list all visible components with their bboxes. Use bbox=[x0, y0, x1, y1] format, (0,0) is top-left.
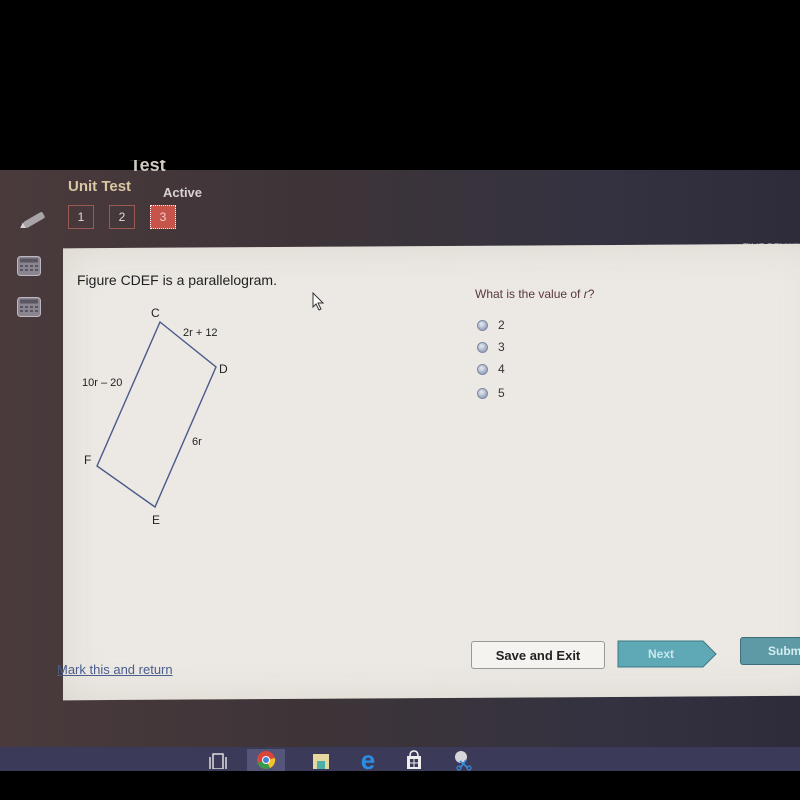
snipping-tool-icon[interactable] bbox=[448, 749, 478, 771]
answer-choice-3[interactable]: 3 bbox=[477, 340, 505, 354]
pencil-icon[interactable] bbox=[18, 212, 48, 228]
radio-button[interactable] bbox=[477, 363, 488, 375]
photo-black-border bbox=[0, 771, 800, 800]
answer-choice-5[interactable]: 5 bbox=[477, 386, 505, 400]
question-nav-1[interactable]: 1 bbox=[68, 205, 94, 229]
radio-button[interactable] bbox=[477, 341, 488, 353]
side-label-cf: 10r – 20 bbox=[82, 377, 122, 389]
submit-button[interactable]: Submit bbox=[740, 637, 800, 665]
next-button[interactable]: Next bbox=[617, 640, 717, 668]
edge-icon[interactable]: e bbox=[353, 747, 383, 773]
answer-choice-4[interactable]: 4 bbox=[477, 362, 505, 376]
store-icon[interactable] bbox=[399, 749, 429, 771]
mark-and-return-link[interactable]: Mark this and return bbox=[57, 662, 173, 677]
vertex-label-f: F bbox=[84, 453, 91, 467]
test-title-fragment: Test bbox=[130, 160, 166, 172]
calculator-icon-2[interactable] bbox=[17, 297, 41, 317]
vertex-label-c: C bbox=[151, 306, 160, 320]
section-title: Unit Test bbox=[68, 178, 132, 195]
parallelogram-figure: C D E F 2r + 12 10r – 20 6r bbox=[82, 306, 228, 527]
status-label: Active bbox=[163, 185, 203, 200]
question-prompt: Figure CDEF is a parallelogram. bbox=[77, 272, 277, 288]
question-nav-3-current[interactable]: 3 bbox=[150, 205, 176, 229]
save-and-exit-button[interactable]: Save and Exit bbox=[471, 641, 605, 669]
side-label-cd: 2r + 12 bbox=[183, 327, 218, 339]
side-label-de: 6r bbox=[192, 436, 202, 448]
question-nav-2[interactable]: 2 bbox=[109, 205, 135, 229]
calculator-icon[interactable] bbox=[17, 256, 41, 276]
question-text: What is the value of r? bbox=[475, 287, 595, 301]
file-explorer-icon[interactable] bbox=[306, 749, 336, 771]
answer-choice-2[interactable]: 2 bbox=[477, 318, 505, 332]
vertex-label-e: E bbox=[152, 513, 160, 527]
radio-button[interactable] bbox=[477, 387, 488, 399]
mouse-cursor-icon bbox=[312, 292, 325, 311]
radio-button[interactable] bbox=[477, 319, 488, 331]
task-view-icon[interactable] bbox=[203, 749, 233, 771]
chrome-icon[interactable] bbox=[247, 749, 285, 771]
parallelogram-cdef bbox=[96, 320, 217, 509]
vertex-label-d: D bbox=[219, 362, 228, 376]
